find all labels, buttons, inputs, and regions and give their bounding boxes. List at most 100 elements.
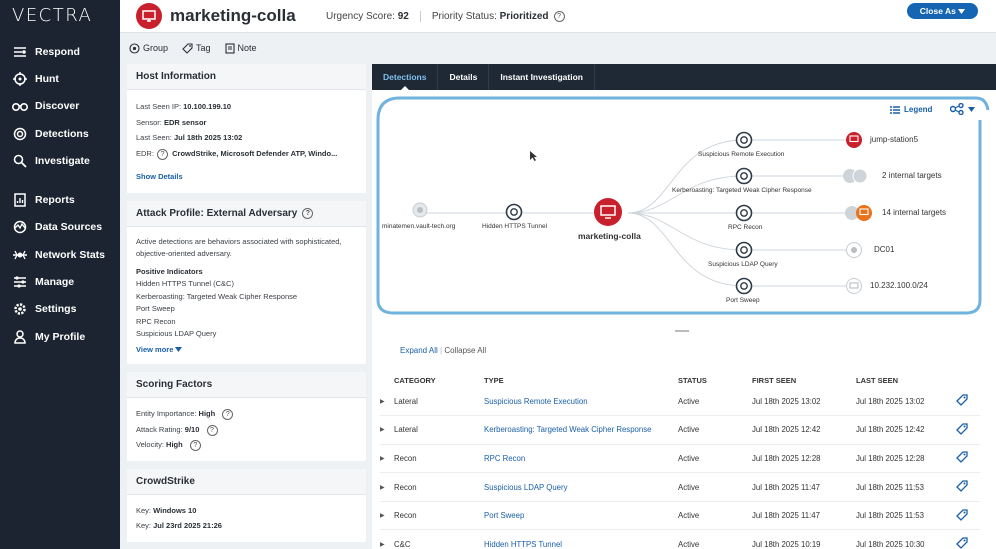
first-seen-cell: Jul 18th 2025 12:42 [752,415,856,445]
tab-instant-investigation[interactable]: Instant Investigation [489,64,595,90]
tag-icon[interactable] [956,387,980,417]
table-header-row: CATEGORY TYPE STATUS FIRST SEEN LAST SEE… [380,373,980,387]
nav-label: Respond [35,45,80,58]
help-icon[interactable]: ? [553,10,565,22]
help-icon[interactable]: ? [302,207,314,219]
target-label: 14 internal targets [882,208,947,217]
nav-item-my-profile[interactable]: My Profile [0,323,120,350]
column-header[interactable]: FIRST SEEN [752,373,856,387]
status-cell: Active [678,444,752,474]
legend-button[interactable]: Legend [890,105,932,114]
expand-row-icon[interactable]: ▶ [380,529,394,549]
type-cell[interactable]: Port Sweep [484,501,678,531]
detection-node-label: Suspicious Remote Execution [698,151,785,158]
expand-row-icon[interactable]: ▶ [380,415,394,445]
note-icon [224,42,235,54]
graph-layout-icon [950,103,964,115]
title-text: Attack Profile: External Adversary [136,207,298,219]
target-node-2-internal[interactable] [843,168,868,184]
help-icon[interactable]: ? [206,424,218,436]
tag-icon[interactable] [956,529,980,549]
group-button[interactable]: Group [129,42,168,54]
expand-row-icon[interactable]: ▶ [380,501,394,531]
tab-details[interactable]: Details [438,64,490,90]
type-cell[interactable]: Suspicious LDAP Query [484,472,678,502]
table-row[interactable]: ▶ Lateral Suspicious Remote Execution Activ… [380,387,980,417]
nav-item-network-stats[interactable]: Network Stats [0,241,120,268]
nav-item-respond[interactable]: Respond [0,38,120,65]
note-label: Note [237,43,257,53]
source-node[interactable] [412,202,428,218]
last-seen-cell: Jul 18th 2025 12:28 [856,444,956,474]
action-bar: Group Tag Note [120,36,996,60]
target-node-subnet[interactable] [846,278,862,294]
legend-label: Legend [904,105,933,114]
type-cell[interactable]: Hidden HTTPS Tunnel [484,529,678,549]
nav-item-investigate[interactable]: Investigate [0,147,120,174]
type-cell[interactable]: Kerberoasting: Targeted Weak Cipher Resp… [484,415,678,445]
column-header[interactable]: TYPE [484,373,678,387]
nav-item-settings[interactable]: Settings [0,296,120,323]
status-cell: Active [678,415,752,445]
tab-detections[interactable]: Detections [372,64,439,91]
category-cell: Lateral [394,387,484,417]
column-header[interactable]: STATUS [678,373,752,387]
note-button[interactable]: Note [224,42,257,54]
help-icon[interactable]: ? [222,409,234,421]
help-icon[interactable]: ? [189,440,201,452]
nav-item-manage[interactable]: Manage [0,268,120,295]
nav-item-reports[interactable]: Reports [0,186,120,213]
help-icon[interactable]: ? [157,148,169,160]
tag-button[interactable]: Tag [182,42,211,54]
manage-icon [11,275,29,289]
table-row[interactable]: ▶ Recon RPC Recon Active Jul 18th 2025 12:28… [380,444,980,474]
last-seen-ip-row: Last Seen IP: 10.100.199.10 [136,99,357,115]
target-node-jump-station[interactable] [846,132,862,148]
tag-icon[interactable] [956,501,980,531]
urgency-label: Urgency Score: [326,10,395,22]
card-title: CrowdStrike [127,468,366,495]
view-more-link[interactable]: View more [136,344,357,357]
target-node-14-internal[interactable] [845,205,872,221]
nav-item-detections[interactable]: Detections [0,120,120,147]
column-header[interactable]: CATEGORY [394,373,484,387]
nav-item-hunt[interactable]: Hunt [0,65,120,92]
respond-icon [11,45,29,59]
tag-icon[interactable] [956,415,980,445]
expand-row-icon[interactable]: ▶ [380,472,394,502]
expand-all-link[interactable]: Expand All [400,346,438,355]
close-as-button[interactable]: Close As [907,3,978,19]
expand-row-icon[interactable]: ▶ [380,444,394,474]
resize-handle[interactable] [372,327,996,337]
label: Key: [136,521,152,530]
type-cell[interactable]: RPC Recon [484,444,678,474]
tag-icon[interactable] [956,444,980,474]
show-details-link[interactable]: Show Details [136,172,183,181]
first-seen-cell: Jul 18th 2025 11:47 [752,501,856,531]
tag-icon[interactable] [956,472,980,502]
nav-item-discover[interactable]: Discover [0,93,120,120]
tunnel-detection-node[interactable] [505,203,523,221]
nav-item-data-sources[interactable]: Data Sources [0,214,120,241]
column-header[interactable]: LAST SEEN [856,373,956,387]
table-row[interactable]: ▶ Recon Suspicious LDAP Query Active Jul 18t… [380,472,980,502]
nav-label: Network Stats [35,248,106,261]
card-title: Attack Profile: External Adversary? [127,200,366,227]
type-cell[interactable]: Suspicious Remote Execution [484,387,678,417]
indicator-item: Kerberoasting: Targeted Weak Cipher Resp… [136,291,298,301]
table-row[interactable]: ▶ Lateral Kerberoasting: Targeted Weak Cip… [380,415,980,445]
key-row: Key: Jul 23rd 2025 21:26 [136,518,357,534]
table-row[interactable]: ▶ C&C Hidden HTTPS Tunnel Active Jul 18th 20… [380,529,980,549]
target-node-dc01[interactable] [846,242,862,258]
expand-row-icon[interactable]: ▶ [380,387,394,417]
detection-node-label: Kerberoasting: Targeted Weak Cipher Resp… [672,187,812,194]
host-node[interactable] [594,198,622,226]
collapse-all-link[interactable]: Collapse All [444,346,486,355]
target-label: jump-station5 [870,135,919,144]
left-panel: Host Information Last Seen IP: 10.100.19… [127,64,366,549]
value: Windows 10 [153,505,197,515]
layout-menu-button[interactable] [950,103,975,115]
table-row[interactable]: ▶ Recon Port Sweep Active Jul 18th 2025 11:4… [380,501,980,531]
edr-row: EDR: ? CrowdStrike, Microsoft Defender A… [136,146,357,162]
tag-label: Tag [196,43,211,53]
